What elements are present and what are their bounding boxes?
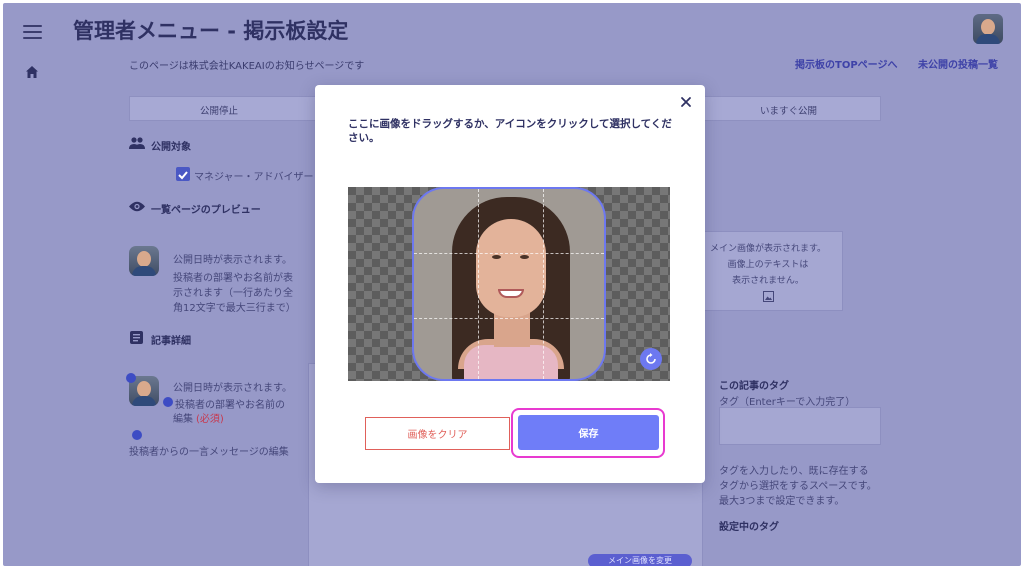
eye-icon <box>129 201 145 212</box>
tag-input[interactable] <box>719 407 881 445</box>
message-edit-link[interactable]: 投稿者からの一言メッセージの編集 <box>129 443 289 458</box>
edit-author-icon[interactable] <box>163 397 173 407</box>
edit-avatar-icon[interactable] <box>126 373 136 383</box>
change-main-image-button[interactable]: メイン画像を変更 <box>588 554 692 566</box>
close-icon[interactable] <box>679 95 693 109</box>
current-tags-label: 設定中のタグ <box>719 522 779 533</box>
tab-publish-now[interactable]: いますぐ公開 <box>760 103 817 117</box>
detail-author-line[interactable]: 投稿者の部署やお名前の <box>175 396 285 411</box>
image-icon <box>762 291 774 302</box>
preview-author-line: 角12文字で最大三行まで） <box>173 303 296 314</box>
save-button[interactable]: 保存 <box>518 415 659 450</box>
image-crop-area[interactable] <box>348 187 670 381</box>
upload-instruction: ここに画像をドラッグするか、アイコンをクリックして選択してください。 <box>348 118 672 144</box>
tag-help-line: 最大3つまで設定できます。 <box>719 496 845 507</box>
tag-subheading: タグ（Enterキーで入力完了） <box>719 397 856 408</box>
card-text-line: 画像上のテキストは <box>727 260 809 270</box>
detail-section-heading: 記事詳細 <box>151 336 191 347</box>
detail-date-text: 公開日時が表示されます。 <box>173 383 292 394</box>
preview-avatar <box>129 246 159 276</box>
page-title: 管理者メニュー - 掲示板設定 <box>73 19 349 43</box>
tag-help-line: タグを入力したり、既に存在する <box>719 466 869 477</box>
image-upload-modal: ここに画像をドラッグするか、アイコンをクリックして選択してください。 画像をクリ… <box>315 85 705 483</box>
user-avatar[interactable] <box>973 14 1003 44</box>
required-label: (必須) <box>196 414 224 425</box>
tag-help-line: タグから選択をするスペースです。 <box>719 481 877 492</box>
app-frame: 管理者メニュー - 掲示板設定 このページは株式会社KAKEAIのお知らせページ… <box>3 3 1021 566</box>
card-text-line: 表示されません。 <box>732 276 804 286</box>
target-checkbox[interactable] <box>176 167 190 181</box>
detail-author-line[interactable]: 編集 <box>173 410 193 425</box>
clear-image-button[interactable]: 画像をクリア <box>365 417 510 450</box>
preview-date-text: 公開日時が表示されます。 <box>173 255 292 266</box>
tag-heading: この記事のタグ <box>719 381 789 392</box>
target-section-heading: 公開対象 <box>151 142 191 153</box>
unpublished-list-link[interactable]: 未公開の投稿一覧 <box>918 56 998 71</box>
rotate-icon[interactable] <box>640 348 662 370</box>
target-checkbox-label: マネジャー・アドバイザー <box>194 172 314 183</box>
main-image-preview-card: メイン画像が表示されます。 画像上のテキストは 表示されません。 <box>693 231 843 311</box>
preview-author-line: 示されます（一行あたり全 <box>173 288 293 299</box>
edit-message-icon[interactable] <box>132 430 142 440</box>
article-icon <box>130 331 143 344</box>
board-top-link[interactable]: 掲示板のTOPページへ <box>795 56 897 71</box>
preview-author-line: 投稿者の部署やお名前が表 <box>173 273 293 284</box>
crop-window[interactable] <box>412 187 606 381</box>
group-icon <box>129 137 145 149</box>
page-subtitle: このページは株式会社KAKEAIのお知らせページです <box>129 61 365 72</box>
home-icon[interactable] <box>25 65 39 79</box>
menu-icon[interactable] <box>23 25 42 39</box>
tab-unpublish[interactable]: 公開停止 <box>200 103 238 117</box>
card-text-line: メイン画像が表示されます。 <box>709 244 827 254</box>
preview-section-heading: 一覧ページのプレビュー <box>151 205 261 216</box>
